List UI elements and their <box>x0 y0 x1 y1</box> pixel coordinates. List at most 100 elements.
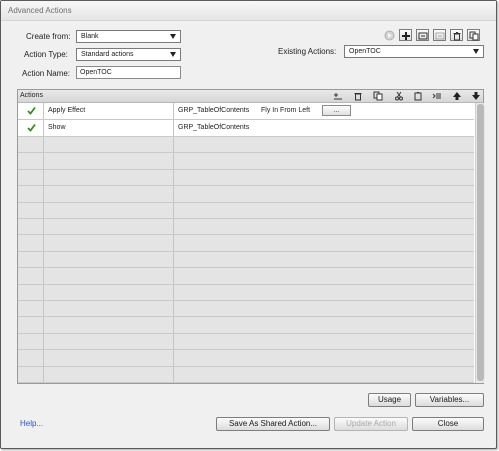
empty-cell <box>174 334 474 349</box>
empty-cell <box>18 235 44 251</box>
empty-row[interactable] <box>18 366 474 383</box>
empty-cell <box>43 251 174 268</box>
checkmark-icon <box>27 123 36 132</box>
import-action-button[interactable] <box>416 29 429 41</box>
paste-icon[interactable] <box>413 91 423 101</box>
move-down-icon[interactable] <box>471 91 481 101</box>
empty-row[interactable] <box>18 153 474 170</box>
title-bar[interactable]: Advanced Actions <box>1 1 496 21</box>
row-target-cell[interactable]: GRP_TableOfContents <box>174 120 474 136</box>
window-title: Advanced Actions <box>8 6 72 15</box>
create-from-dropdown[interactable]: Blank <box>76 30 181 43</box>
existing-actions-value: OpenTOC <box>349 48 381 55</box>
empty-cell <box>43 317 174 333</box>
action-target: GRP_TableOfContents <box>178 107 250 114</box>
empty-cell <box>174 252 474 267</box>
action-type-label: Action Type: <box>24 50 68 59</box>
advanced-actions-dialog: Advanced Actions Create from: Blank Acti… <box>0 0 497 449</box>
empty-cell <box>18 333 44 350</box>
empty-cell <box>18 251 44 268</box>
empty-row[interactable] <box>18 186 474 203</box>
add-action-button[interactable] <box>399 29 412 41</box>
empty-row[interactable] <box>18 268 474 285</box>
empty-cell <box>174 170 474 185</box>
actions-panel-title: Actions <box>20 92 43 99</box>
action-type-dropdown[interactable]: Standard actions <box>76 48 181 61</box>
empty-cell <box>43 333 174 350</box>
delete-row-icon[interactable] <box>353 91 363 101</box>
empty-row[interactable] <box>18 333 474 351</box>
empty-row[interactable] <box>18 301 474 318</box>
vertical-scrollbar[interactable] <box>475 103 485 383</box>
action-name-input[interactable] <box>76 66 181 79</box>
chevron-down-icon <box>170 34 176 39</box>
close-button[interactable]: Close <box>412 417 484 431</box>
save-as-shared-action-button[interactable]: Save As Shared Action... <box>216 417 330 431</box>
update-action-button[interactable]: Update Action <box>334 417 408 431</box>
existing-actions-label: Existing Actions: <box>278 47 337 56</box>
empty-cell <box>18 268 44 284</box>
empty-cell <box>174 219 474 234</box>
copy-row-icon[interactable] <box>373 91 383 101</box>
actions-panel: Actions Apply Effect GRP_TableOfContents <box>17 89 485 384</box>
cut-icon[interactable] <box>394 91 404 101</box>
move-up-icon[interactable] <box>452 91 462 101</box>
empty-cell <box>43 301 174 317</box>
existing-actions-dropdown[interactable]: OpenTOC <box>344 45 484 58</box>
export-action-button[interactable] <box>433 29 446 41</box>
empty-row[interactable] <box>18 219 474 236</box>
empty-row[interactable] <box>18 284 474 301</box>
duplicate-action-button[interactable] <box>467 29 480 41</box>
action-target: GRP_TableOfContents <box>178 124 250 131</box>
insert-row-icon[interactable] <box>333 91 343 101</box>
table-row[interactable]: Show GRP_TableOfContents <box>18 120 474 137</box>
copy-icon <box>469 31 479 41</box>
actions-panel-header: Actions <box>18 90 483 103</box>
empty-cell <box>174 186 474 201</box>
checkmark-icon <box>27 106 36 115</box>
indent-icon[interactable] <box>432 91 442 101</box>
empty-cell <box>174 235 474 250</box>
empty-row[interactable] <box>18 350 474 367</box>
empty-cell <box>18 153 44 169</box>
empty-cell <box>18 137 44 153</box>
play-icon <box>384 30 395 41</box>
row-action-cell[interactable]: Apply Effect <box>43 103 174 119</box>
action-name: Apply Effect <box>48 107 86 114</box>
help-link[interactable]: Help... <box>20 419 43 428</box>
action-name-label: Action Name: <box>22 69 71 78</box>
variables-button[interactable]: Variables... <box>415 393 484 407</box>
empty-cell <box>18 284 44 300</box>
empty-cell <box>18 186 44 202</box>
empty-cell <box>174 367 474 382</box>
empty-cell <box>43 235 174 251</box>
empty-cell <box>43 169 174 186</box>
export-icon <box>435 32 445 40</box>
empty-cell <box>43 202 174 218</box>
row-action-cell[interactable]: Show <box>43 120 174 136</box>
empty-cell <box>18 202 44 218</box>
scrollbar-thumb[interactable] <box>477 104 484 381</box>
action-effect: Fly In From Left <box>261 107 311 114</box>
table-row[interactable]: Apply Effect GRP_TableOfContents Fly In … <box>18 103 474 120</box>
empty-row[interactable] <box>18 251 474 269</box>
empty-row[interactable] <box>18 169 474 187</box>
effect-options-button[interactable]: ... <box>322 105 351 116</box>
empty-row[interactable] <box>18 235 474 252</box>
empty-cell <box>43 186 174 202</box>
empty-row[interactable] <box>18 202 474 219</box>
preview-button[interactable] <box>383 29 396 41</box>
empty-cell <box>43 284 174 300</box>
empty-cell <box>43 268 174 284</box>
empty-cell <box>18 366 44 382</box>
empty-row[interactable] <box>18 137 474 154</box>
row-target-cell[interactable]: GRP_TableOfContents Fly In From Left ... <box>174 103 474 119</box>
empty-cell <box>174 268 474 283</box>
trash-icon <box>453 32 461 41</box>
empty-cell <box>43 153 174 169</box>
empty-row[interactable] <box>18 317 474 334</box>
usage-button[interactable]: Usage <box>368 393 411 407</box>
empty-cell <box>174 137 474 152</box>
empty-cell <box>174 301 474 316</box>
delete-action-button[interactable] <box>450 29 463 41</box>
